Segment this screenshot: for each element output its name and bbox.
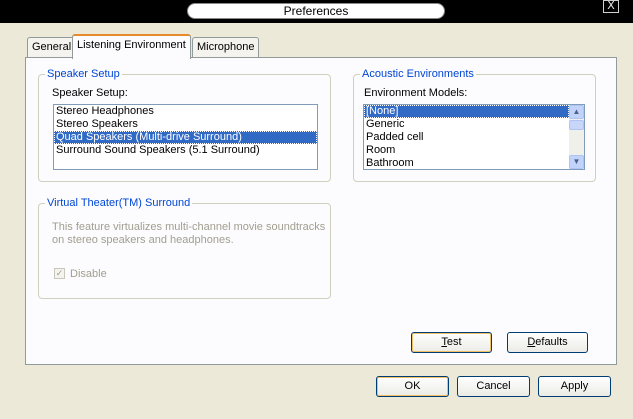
cancel-button[interactable]: Cancel bbox=[457, 376, 530, 397]
disable-checkbox-label: Disable bbox=[70, 268, 107, 280]
list-item[interactable]: Quad Speakers (Multi-drive Surround) bbox=[54, 131, 317, 144]
scroll-up-icon[interactable]: ▲ bbox=[569, 105, 584, 119]
scroll-down-icon[interactable]: ▼ bbox=[569, 155, 584, 169]
defaults-button[interactable]: Defaults bbox=[507, 332, 588, 353]
virtual-theater-group: Virtual Theater(TM) Surround This featur… bbox=[38, 196, 331, 299]
speaker-setup-group-title: Speaker Setup bbox=[45, 67, 122, 81]
list-item[interactable]: Bathroom bbox=[364, 157, 584, 169]
tab-listening-environment[interactable]: Listening Environment bbox=[72, 34, 191, 59]
virtual-theater-group-title: Virtual Theater(TM) Surround bbox=[45, 196, 193, 210]
list-item[interactable]: Room bbox=[364, 144, 584, 157]
apply-button[interactable]: Apply bbox=[538, 376, 611, 397]
speaker-setup-group: Speaker Setup Speaker Setup: Stereo Head… bbox=[38, 67, 331, 182]
speaker-setup-list[interactable]: Stereo Headphones Stereo Speakers Quad S… bbox=[53, 104, 318, 170]
environment-models-label: Environment Models: bbox=[364, 87, 468, 99]
list-item[interactable]: Generic bbox=[364, 118, 584, 131]
environment-models-list[interactable]: [None] Generic Padded cell Room Bathroom… bbox=[363, 104, 585, 170]
virtual-theater-description-line2: on stereo speakers and headphones. bbox=[52, 234, 234, 246]
tab-microphone[interactable]: Microphone bbox=[192, 37, 260, 58]
defaults-button-label: efaults bbox=[535, 336, 568, 348]
scroll-thumb[interactable] bbox=[569, 120, 584, 130]
tab-general[interactable]: General bbox=[27, 37, 77, 58]
list-item[interactable]: [None] bbox=[364, 105, 569, 118]
acoustic-environments-group-title: Acoustic Environments bbox=[360, 67, 476, 81]
tab-panel: Speaker Setup Speaker Setup: Stereo Head… bbox=[25, 57, 617, 365]
speaker-setup-label: Speaker Setup: bbox=[52, 87, 128, 99]
list-item[interactable]: Stereo Headphones bbox=[54, 105, 317, 118]
close-icon[interactable]: X bbox=[603, 0, 619, 13]
window-title: Preferences bbox=[187, 3, 445, 19]
acoustic-environments-group: Acoustic Environments Environment Models… bbox=[353, 67, 596, 182]
test-button[interactable]: Test bbox=[411, 332, 492, 353]
list-item[interactable]: Stereo Speakers bbox=[54, 118, 317, 131]
list-item[interactable]: Padded cell bbox=[364, 131, 584, 144]
list-item[interactable]: Surround Sound Speakers (5.1 Surround) bbox=[54, 144, 317, 157]
ok-button[interactable]: OK bbox=[376, 376, 449, 397]
test-button-label: est bbox=[446, 336, 462, 348]
virtual-theater-description-line1: This feature virtualizes multi-channel m… bbox=[52, 221, 326, 233]
disable-checkbox[interactable]: ✓ bbox=[54, 268, 65, 279]
preferences-window: General Listening Environment Microphone… bbox=[0, 23, 633, 419]
environment-models-scrollbar[interactable]: ▲ ▼ bbox=[569, 105, 584, 169]
